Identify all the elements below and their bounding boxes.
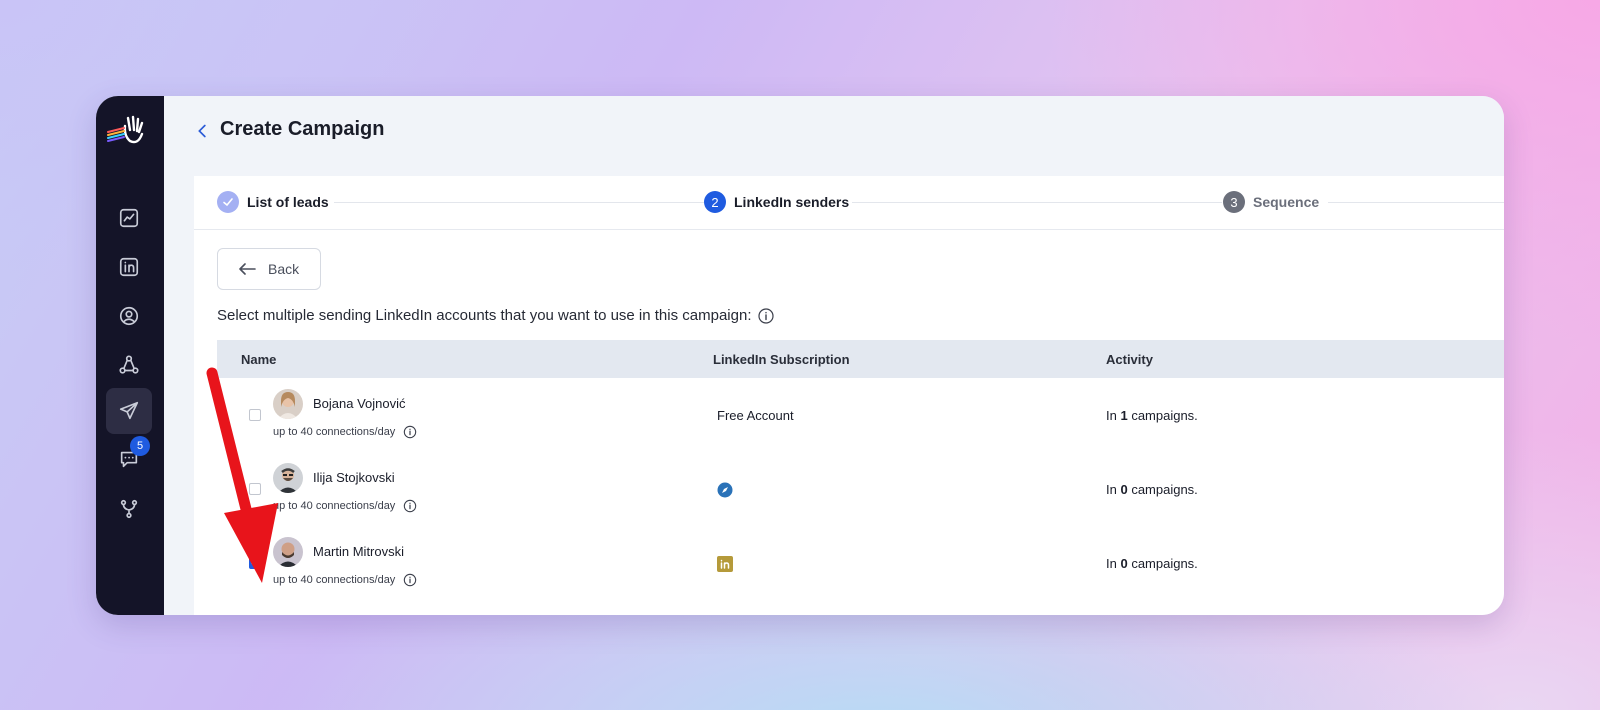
step-label: LinkedIn senders xyxy=(734,194,850,210)
step-label: List of leads xyxy=(247,194,329,210)
sales-navigator-icon xyxy=(717,482,733,498)
info-icon[interactable] xyxy=(403,425,417,439)
check-icon xyxy=(217,191,239,213)
step-sequence[interactable]: 3 Sequence xyxy=(1223,191,1319,213)
arrow-left-icon xyxy=(239,263,256,275)
instruction-label: Select multiple sending LinkedIn account… xyxy=(217,307,752,324)
sidebar: 5 xyxy=(96,96,164,615)
step-label: Sequence xyxy=(1253,194,1320,210)
table-header: Name LinkedIn Subscription Activity xyxy=(217,340,1504,378)
table-row[interactable]: Martin Mitrovski up to 40 connections/da… xyxy=(217,526,1504,600)
activity-value: In 0 campaigns. xyxy=(1106,556,1198,571)
back-button-label: Back xyxy=(268,261,300,277)
sender-name: Bojana Vojnović xyxy=(313,396,406,411)
column-header-activity[interactable]: Activity xyxy=(1106,352,1153,367)
step-connector xyxy=(334,202,704,203)
step-connector xyxy=(852,202,1222,203)
connection-limit: up to 40 connections/day xyxy=(273,499,417,513)
sidebar-item-analytics[interactable] xyxy=(106,195,152,241)
annotation-arrow-icon xyxy=(206,367,278,583)
sender-name: Martin Mitrovski xyxy=(313,544,405,559)
sender-name: Ilija Stojkovski xyxy=(313,470,395,485)
sidebar-item-inbox[interactable]: 5 xyxy=(106,436,152,482)
instruction-text: Select multiple sending LinkedIn account… xyxy=(217,307,774,324)
linkedin-premium-icon xyxy=(717,556,733,572)
step-number: 2 xyxy=(704,191,726,213)
senders-table: Name LinkedIn Subscription Activity Boja… xyxy=(217,340,1504,600)
activity-count: 0 xyxy=(1120,556,1128,571)
linkedin-icon xyxy=(119,257,139,277)
back-button[interactable]: Back xyxy=(217,248,321,290)
step-linkedin-senders[interactable]: 2 LinkedIn senders xyxy=(704,191,849,213)
table-row[interactable]: Bojana Vojnović up to 40 connections/day… xyxy=(217,378,1504,452)
send-icon xyxy=(119,401,139,420)
connection-limit-label: up to 40 connections/day xyxy=(273,574,396,586)
activity-prefix: In xyxy=(1106,556,1121,571)
user-circle-icon xyxy=(119,306,139,326)
connection-limit: up to 40 connections/day xyxy=(273,573,417,587)
logo-icon xyxy=(107,115,144,144)
unread-badge: 5 xyxy=(130,436,150,456)
chart-icon xyxy=(119,208,139,228)
activity-suffix: campaigns. xyxy=(1127,408,1198,423)
sidebar-item-campaigns[interactable] xyxy=(106,388,152,434)
activity-count: 1 xyxy=(1120,408,1128,423)
info-icon[interactable] xyxy=(757,307,774,324)
table-row[interactable]: Ilija Stojkovski up to 40 connections/da… xyxy=(217,452,1504,526)
sidebar-item-integrations[interactable] xyxy=(106,486,152,532)
step-connector xyxy=(1328,202,1504,203)
connection-limit-label: up to 40 connections/day xyxy=(273,500,396,512)
step-number: 3 xyxy=(1223,191,1245,213)
step-list-of-leads[interactable]: List of leads xyxy=(217,191,329,213)
connection-limit-label: up to 40 connections/day xyxy=(273,426,396,438)
activity-value: In 0 campaigns. xyxy=(1106,482,1198,497)
page-header: Create Campaign xyxy=(164,96,1504,176)
info-icon[interactable] xyxy=(403,573,417,587)
column-header-subscription[interactable]: LinkedIn Subscription xyxy=(713,352,850,367)
activity-suffix: campaigns. xyxy=(1127,482,1198,497)
activity-count: 0 xyxy=(1120,482,1128,497)
app-window: 5 Create Campaign List of leads 2 Linked… xyxy=(96,96,1504,615)
stepper: List of leads 2 LinkedIn senders 3 Seque… xyxy=(194,176,1504,230)
activity-prefix: In xyxy=(1106,408,1121,423)
chevron-left-icon[interactable] xyxy=(192,120,214,142)
info-icon[interactable] xyxy=(403,499,417,513)
connection-limit: up to 40 connections/day xyxy=(273,425,417,439)
network-icon xyxy=(119,355,139,374)
sidebar-item-linkedin[interactable] xyxy=(106,244,152,290)
activity-value: In 1 campaigns. xyxy=(1106,408,1198,423)
sidebar-item-network[interactable] xyxy=(106,342,152,388)
sidebar-item-contacts[interactable] xyxy=(106,293,152,339)
subscription-value: Free Account xyxy=(717,408,794,423)
page-title: Create Campaign xyxy=(220,118,385,140)
integration-icon xyxy=(120,499,138,519)
activity-suffix: campaigns. xyxy=(1127,556,1198,571)
content-panel: List of leads 2 LinkedIn senders 3 Seque… xyxy=(194,176,1504,615)
activity-prefix: In xyxy=(1106,482,1121,497)
